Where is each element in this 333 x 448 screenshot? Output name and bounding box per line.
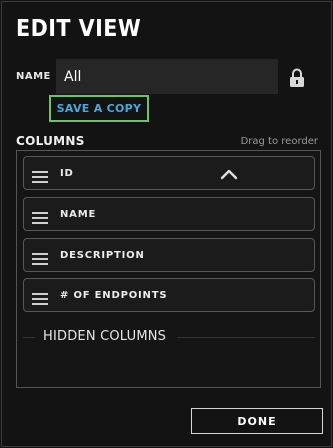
- hamburger-icon[interactable]: [32, 168, 48, 183]
- column-label: ID: [60, 168, 74, 179]
- hidden-columns-label: HIDDEN COLUMNS: [43, 329, 167, 344]
- column-label: NAME: [60, 209, 97, 220]
- chevron-up-icon[interactable]: [220, 166, 238, 180]
- name-label: NAME: [16, 71, 51, 82]
- hamburger-icon[interactable]: [32, 209, 48, 224]
- column-item-endpoints[interactable]: # OF ENDPOINTS: [23, 278, 315, 312]
- columns-label: COLUMNS: [16, 134, 85, 148]
- lock-icon[interactable]: [289, 68, 305, 88]
- drag-to-reorder-hint: Drag to reorder: [240, 136, 318, 147]
- done-button[interactable]: DONE: [191, 408, 323, 434]
- column-item-id[interactable]: ID: [23, 156, 315, 190]
- hamburger-icon[interactable]: [32, 250, 48, 265]
- divider: [177, 337, 315, 338]
- save-a-copy-button[interactable]: SAVE A COPY: [49, 95, 149, 122]
- hidden-columns-header: HIDDEN COLUMNS: [23, 329, 315, 347]
- divider: [23, 337, 35, 338]
- column-label: # OF ENDPOINTS: [60, 290, 168, 301]
- column-item-name[interactable]: NAME: [23, 197, 315, 231]
- edit-view-dialog: EDIT VIEW NAME SAVE A COPY COLUMNS Drag …: [1, 1, 332, 447]
- dialog-title: EDIT VIEW: [16, 16, 142, 42]
- column-label: DESCRIPTION: [60, 250, 145, 261]
- column-item-description[interactable]: DESCRIPTION: [23, 238, 315, 272]
- hamburger-icon[interactable]: [32, 290, 48, 305]
- columns-list: ID NAME DESCRIPTION # OF ENDPOINTS HIDDE…: [16, 150, 321, 388]
- name-input[interactable]: [56, 59, 278, 94]
